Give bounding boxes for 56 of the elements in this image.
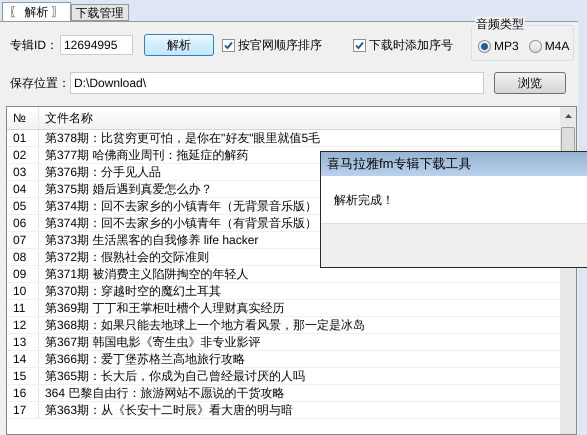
number-cell: 08 (7, 249, 39, 265)
number-cell: 10 (7, 283, 39, 299)
number-cell: 12 (7, 317, 39, 333)
file-name-cell-text: 第378期：比贫穷更可怕，是你在"好友"眼里就值5毛 (44, 130, 320, 147)
radio-label: M4A (544, 38, 570, 55)
file-name-cell-text: 364 巴黎自由行：旅游网站不愿说的干货攻略 (44, 385, 284, 402)
parse-button[interactable]: 解析 (144, 34, 214, 56)
number-cell: 15 (7, 368, 39, 384)
radio-button[interactable] (528, 40, 542, 52)
number-cell: 03 (7, 164, 39, 180)
file-name-cell-text: 第369期 丁丁和王掌柜吐槽个人理财真实经历 (44, 300, 284, 317)
tab[interactable]: 〖 解析 〗 (2, 2, 71, 21)
scroll-up-arrow-icon[interactable] (564, 113, 572, 119)
album-id-field[interactable]: 12694995 (60, 35, 133, 55)
column-header[interactable]: № (7, 107, 39, 129)
checkbox[interactable] (353, 38, 366, 52)
file-name-cell-text: 第372期：假熟社会的交际准则 (44, 249, 210, 266)
number-cell: 16 (7, 385, 39, 401)
file-name-cell-text: 第371期 被消费主义陷阱掏空的年轻人 (44, 266, 248, 283)
number-cell: 02 (7, 147, 39, 163)
file-name-cell-text: 第374期：回不去家乡的小镇青年（无背景音乐版） (44, 198, 318, 215)
number-cell: 04 (7, 181, 39, 197)
save-path-field[interactable]: D:\Download\ (70, 72, 484, 94)
number-cell: 06 (7, 215, 39, 231)
checkbox-label: 下载时添加序号 (369, 37, 453, 54)
dialog-title: 喜马拉雅fm专辑下载工具 (321, 152, 587, 176)
number-cell: 07 (7, 232, 39, 248)
file-name-cell-text: 第373期 生活黑客的自我修养 life hacker (44, 232, 258, 249)
file-name-cell-text: 第377期 哈佛商业周刊：拖延症的解药 (44, 147, 248, 164)
file-name-cell-text: 第374期：回不去家乡的小镇青年（有背景音乐版） (44, 215, 318, 232)
file-name-cell-text: 第375期 婚后遇到真爱怎么办？ (44, 181, 212, 198)
file-name-cell-text: 第367期 韩国电影《寄生虫》非专业影评 (44, 334, 260, 351)
dialog-message: 解析完成！ (334, 192, 394, 208)
file-name-cell-text: 第376期：分手见人品 (44, 164, 162, 181)
browse-button[interactable]: 浏览 (494, 72, 566, 94)
number-cell: 09 (7, 266, 39, 282)
file-name-cell-text: 第370期：穿越时空的魔幻土耳其 (44, 283, 222, 300)
number-cell: 17 (7, 402, 39, 418)
number-cell: 01 (7, 130, 39, 146)
number-cell: 13 (7, 334, 39, 350)
tab[interactable]: 下载管理 (70, 4, 129, 21)
file-name-cell-text: 第368期：如果只能去地球上一个地方看风景，那一定是冰岛 (44, 317, 366, 334)
number-cell: 11 (7, 300, 39, 316)
file-name-cell-text: 第363期：从《长安十二时辰》看大唐的明与暗 (44, 402, 294, 419)
checkbox[interactable] (222, 38, 235, 52)
file-name-cell-text: 第366期：爱丁堡苏格兰高地旅行攻略 (44, 351, 246, 368)
album-id-label: 专辑ID： (10, 37, 59, 54)
group-title: 音频类型 (475, 17, 525, 31)
number-cell: 05 (7, 198, 39, 214)
number-cell: 14 (7, 351, 39, 367)
column-header[interactable]: 文件名称 (39, 107, 560, 129)
radio-label: MP3 (494, 38, 519, 55)
file-name-cell-text: 第365期：长大后，你成为自己曾经最讨厌的人吗 (44, 368, 306, 385)
checkbox-label: 按官网顺序排序 (238, 37, 322, 54)
save-path-label: 保存位置： (10, 75, 70, 92)
radio-button[interactable] (478, 40, 491, 52)
